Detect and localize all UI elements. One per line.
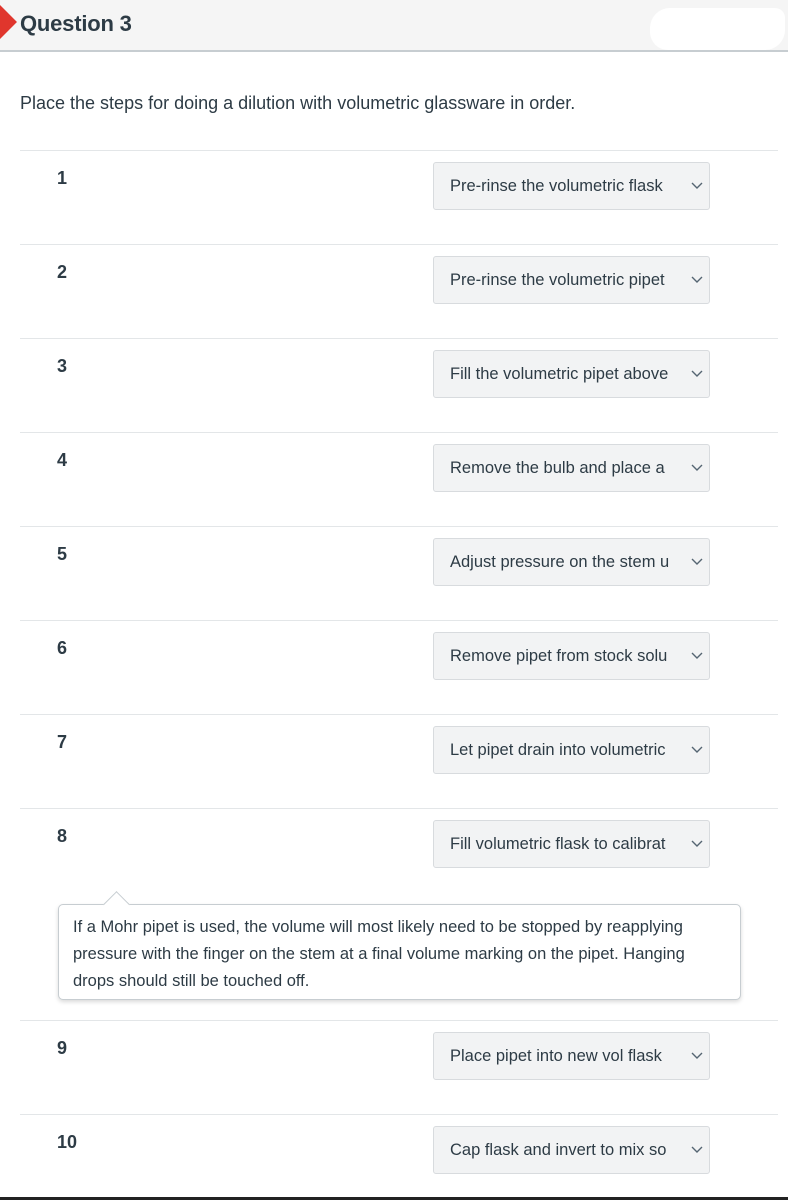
step-number: 1 — [57, 168, 68, 188]
question-title: Question 3 — [20, 11, 132, 36]
step-select-value: Pre-rinse the volumetric pipet — [450, 271, 665, 289]
chevron-down-icon — [691, 558, 703, 565]
step-select-value: Place pipet into new vol flask — [450, 1047, 662, 1065]
chevron-down-icon — [691, 1146, 703, 1153]
feedback-container: If a Mohr pipet is used, the volume will… — [20, 872, 778, 1020]
step-select[interactable]: Fill the volumetric pipet above — [433, 350, 710, 398]
step-select-value: Fill volumetric flask to calibrat — [450, 835, 666, 853]
step-row: 10 Cap flask and invert to mix so — [20, 1114, 778, 1200]
question-prompt: Place the steps for doing a dilution wit… — [20, 93, 576, 113]
step-select[interactable]: Let pipet drain into volumetric — [433, 726, 710, 774]
answer-comment-tooltip: If a Mohr pipet is used, the volume will… — [58, 904, 741, 1000]
step-row: 8 Fill volumetric flask to calibrat — [20, 808, 778, 872]
step-select[interactable]: Fill volumetric flask to calibrat — [433, 820, 710, 868]
step-number: 10 — [57, 1132, 78, 1152]
step-number: 8 — [57, 826, 68, 846]
chevron-down-icon — [691, 746, 703, 753]
step-select-value: Remove pipet from stock solu — [450, 647, 668, 665]
chevron-down-icon — [691, 1052, 703, 1059]
step-row: 7 Let pipet drain into volumetric — [20, 714, 778, 808]
ordering-list: 1 Pre-rinse the volumetric flask 2 Pre-r… — [20, 150, 778, 1200]
step-select-value: Adjust pressure on the stem u — [450, 553, 670, 571]
step-row: 6 Remove pipet from stock solu — [20, 620, 778, 714]
step-number: 3 — [57, 356, 68, 376]
step-number: 9 — [57, 1038, 68, 1058]
step-select[interactable]: Place pipet into new vol flask — [433, 1032, 710, 1080]
step-select-value: Pre-rinse the volumetric flask — [450, 177, 663, 195]
step-select[interactable]: Pre-rinse the volumetric pipet — [433, 256, 710, 304]
question-flag-icon — [0, 5, 17, 39]
step-select[interactable]: Pre-rinse the volumetric flask — [433, 162, 710, 210]
chevron-down-icon — [691, 182, 703, 189]
step-select-value: Remove the bulb and place a — [450, 459, 665, 477]
chevron-down-icon — [691, 840, 703, 847]
step-row: 1 Pre-rinse the volumetric flask — [20, 150, 778, 244]
step-select[interactable]: Cap flask and invert to mix so — [433, 1126, 710, 1174]
step-number: 2 — [57, 262, 68, 282]
step-number: 6 — [57, 638, 68, 658]
step-row: 5 Adjust pressure on the stem u — [20, 526, 778, 620]
chevron-down-icon — [691, 276, 703, 283]
step-number: 5 — [57, 544, 68, 564]
step-select-value: Let pipet drain into volumetric — [450, 741, 666, 759]
step-select[interactable]: Remove pipet from stock solu — [433, 632, 710, 680]
step-row: 4 Remove the bulb and place a — [20, 432, 778, 526]
chevron-down-icon — [691, 652, 703, 659]
chevron-down-icon — [691, 464, 703, 471]
step-row: 2 Pre-rinse the volumetric pipet — [20, 244, 778, 338]
step-number: 7 — [57, 732, 68, 752]
question-header: Question 3 — [0, 0, 788, 52]
step-row: 9 Place pipet into new vol flask — [20, 1020, 778, 1114]
step-row: 3 Fill the volumetric pipet above — [20, 338, 778, 432]
step-select-value: Fill the volumetric pipet above — [450, 365, 669, 383]
redacted-points-area — [650, 8, 785, 50]
chevron-down-icon — [691, 370, 703, 377]
step-select[interactable]: Remove the bulb and place a — [433, 444, 710, 492]
step-select-value: Cap flask and invert to mix so — [450, 1141, 667, 1159]
step-number: 4 — [57, 450, 68, 470]
step-select[interactable]: Adjust pressure on the stem u — [433, 538, 710, 586]
